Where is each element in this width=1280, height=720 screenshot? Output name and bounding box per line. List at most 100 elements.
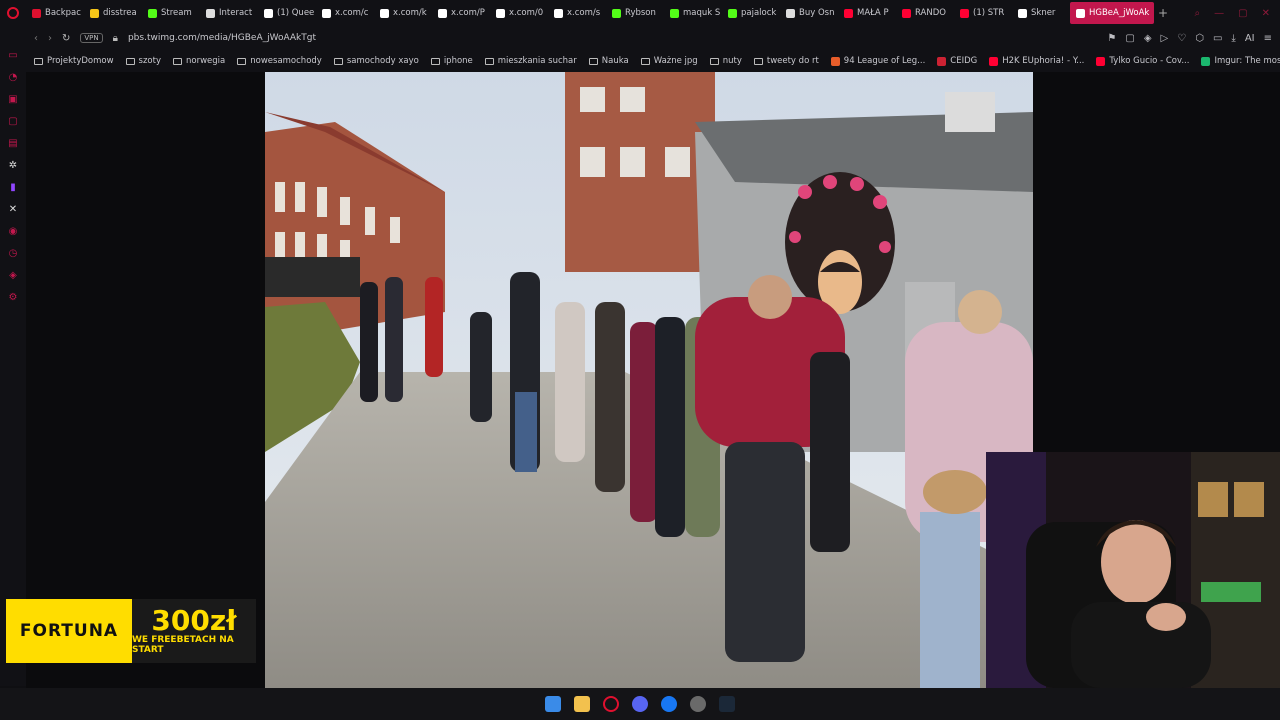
folder-icon bbox=[237, 57, 247, 65]
history-icon[interactable]: ◔ bbox=[7, 72, 19, 84]
back-icon[interactable]: ‹ bbox=[34, 33, 38, 44]
x-icon[interactable]: ✕ bbox=[7, 204, 19, 216]
bookmark-label: CEIDG bbox=[950, 56, 978, 66]
minimize-button[interactable]: — bbox=[1214, 8, 1224, 19]
github-icon bbox=[206, 8, 215, 18]
tab-label: HGBeA_jWoAk bbox=[1089, 8, 1150, 18]
tab-label: x.com/k bbox=[393, 8, 427, 18]
opera-menu-icon[interactable] bbox=[0, 0, 26, 26]
cube-icon[interactable]: ◈ bbox=[7, 270, 19, 282]
streamer-body bbox=[1071, 602, 1211, 688]
site-favicon-icon bbox=[937, 56, 947, 66]
bookmark-item[interactable]: Tylko Gucio - Cov... bbox=[1096, 56, 1189, 66]
gamepad-icon[interactable]: ▣ bbox=[7, 94, 19, 106]
fortuna-ad-overlay: FORTUNA 300zł WE FREEBETACH NA START bbox=[6, 599, 256, 663]
vpn-badge[interactable]: VPN bbox=[80, 33, 103, 43]
instagram-icon[interactable]: ▢ bbox=[7, 116, 19, 128]
extensions-icon[interactable]: ⬡ bbox=[1195, 33, 1204, 44]
download-icon[interactable]: ⤓ bbox=[1231, 33, 1235, 44]
noticeboard bbox=[265, 257, 360, 297]
windows-start-icon[interactable] bbox=[545, 696, 561, 712]
bookmark-item[interactable]: Imgur: The most a... bbox=[1201, 56, 1280, 66]
bookmark-folder[interactable]: nuty bbox=[709, 56, 742, 66]
x-icon bbox=[322, 8, 331, 18]
browser-tab[interactable]: disstrea bbox=[84, 2, 142, 24]
steam-icon[interactable] bbox=[719, 696, 735, 712]
search-tabs-icon[interactable]: ⌕ bbox=[1195, 8, 1201, 19]
browser-tab[interactable]: Buy Osn bbox=[780, 2, 838, 24]
bookmark-icon[interactable]: ⚑ bbox=[1107, 33, 1116, 44]
chatgpt-icon[interactable]: ✲ bbox=[7, 160, 19, 172]
browser-tab[interactable]: x.com/s bbox=[548, 2, 606, 24]
bookmark-item[interactable]: 94 League of Leg... bbox=[830, 56, 925, 66]
tab-label: Interact bbox=[219, 8, 253, 18]
ai-button[interactable]: AI bbox=[1245, 33, 1255, 44]
bookmark-folder[interactable]: norwegia bbox=[173, 56, 225, 66]
bookmark-folder[interactable]: szoty bbox=[125, 56, 161, 66]
browser-tab[interactable]: HGBeA_jWoAk bbox=[1070, 2, 1154, 24]
settings-icon[interactable]: ⚙ bbox=[7, 292, 19, 304]
maximize-button[interactable]: ▢ bbox=[1238, 8, 1247, 19]
bookmark-label: norwegia bbox=[186, 56, 226, 66]
opera-gx-icon[interactable] bbox=[603, 696, 619, 712]
menu-icon[interactable]: ≡ bbox=[1264, 33, 1272, 44]
browser-tab[interactable]: Rybson bbox=[606, 2, 664, 24]
folder-icon bbox=[34, 57, 43, 65]
toolbar-actions: ⚑ ▢ ◈ ▷ ♡ ⬡ ▭ ⤓ AI ≡ bbox=[1107, 33, 1280, 44]
play-icon[interactable]: ▷ bbox=[1161, 33, 1169, 44]
file-explorer-icon[interactable] bbox=[574, 696, 590, 712]
messenger-icon[interactable]: ▭ bbox=[7, 50, 19, 62]
youtube-icon bbox=[960, 8, 969, 18]
browser-tab[interactable]: x.com/0 bbox=[490, 2, 548, 24]
new-tab-button[interactable]: + bbox=[1158, 6, 1168, 20]
bookmark-folder[interactable]: nowesamochody bbox=[237, 56, 322, 66]
browser-tab[interactable]: (1) STR bbox=[954, 2, 1012, 24]
browser-tab[interactable]: pajalock bbox=[722, 2, 780, 24]
player-icon[interactable]: ◉ bbox=[7, 226, 19, 238]
settings-gear-icon[interactable] bbox=[690, 696, 706, 712]
clock-icon[interactable]: ◷ bbox=[7, 248, 19, 260]
bookmark-folder[interactable]: tweety do rt bbox=[753, 56, 819, 66]
browser-tab[interactable]: maquk S bbox=[664, 2, 722, 24]
wallet-icon[interactable]: ▭ bbox=[1213, 33, 1222, 44]
reload-icon[interactable]: ↻ bbox=[62, 33, 70, 44]
taskbar bbox=[0, 688, 1280, 720]
tab-bar: Backpac disstrea Stream Interact (1) Quee x.c… bbox=[0, 0, 1280, 26]
bookmark-folder[interactable]: iphone bbox=[430, 56, 473, 66]
street-queue-photo[interactable] bbox=[265, 72, 1033, 688]
facebook-icon[interactable] bbox=[661, 696, 677, 712]
bookmark-folder[interactable]: samochody xayo bbox=[333, 56, 419, 66]
snapshot-icon[interactable]: ▢ bbox=[1125, 33, 1134, 44]
bookmark-folder[interactable]: ProjektyDomow bbox=[34, 56, 114, 66]
bookmark-item[interactable]: CEIDG bbox=[937, 56, 977, 66]
browser-tab[interactable]: Interact bbox=[200, 2, 258, 24]
heart-icon[interactable]: ♡ bbox=[1177, 33, 1186, 44]
browser-tab[interactable]: RANDO bbox=[896, 2, 954, 24]
bookmark-item[interactable]: H2K EUphoria! - Y... bbox=[989, 56, 1084, 66]
bookmark-label: samochody xayo bbox=[346, 56, 419, 66]
browser-tab[interactable]: Stream bbox=[142, 2, 200, 24]
browser-tab[interactable]: Backpac bbox=[26, 2, 84, 24]
shield-icon[interactable]: ◈ bbox=[1144, 33, 1152, 44]
discord-icon[interactable] bbox=[632, 696, 648, 712]
forward-icon[interactable]: › bbox=[48, 33, 52, 44]
browser-tab[interactable]: x.com/k bbox=[374, 2, 432, 24]
youtube-icon bbox=[902, 8, 911, 18]
tab-label: (1) Quee bbox=[277, 8, 315, 18]
folder-icon bbox=[588, 57, 598, 65]
browser-tab[interactable]: x.com/c bbox=[316, 2, 374, 24]
pinboard-icon[interactable]: ▤ bbox=[7, 138, 19, 150]
browser-tab[interactable]: x.com/P bbox=[432, 2, 490, 24]
close-button[interactable]: ✕ bbox=[1262, 8, 1270, 19]
browser-tab[interactable]: MAŁA P bbox=[838, 2, 896, 24]
tab-label: x.com/0 bbox=[509, 8, 544, 18]
bookmark-folder[interactable]: Nauka bbox=[588, 56, 629, 66]
bookmark-folder[interactable]: mieszkania suchar bbox=[484, 56, 577, 66]
folder-icon bbox=[173, 57, 183, 65]
twitch-icon[interactable]: ▮ bbox=[7, 182, 19, 194]
bookmark-folder[interactable]: Ważne jpg bbox=[640, 56, 698, 66]
url-input[interactable]: pbs.twimg.com/media/HGBeA_jWoAAkTgt bbox=[128, 33, 316, 43]
browser-tab[interactable]: (1) Quee bbox=[258, 2, 316, 24]
browser-tab[interactable]: Skner bbox=[1012, 2, 1070, 24]
folder-icon bbox=[430, 57, 440, 65]
